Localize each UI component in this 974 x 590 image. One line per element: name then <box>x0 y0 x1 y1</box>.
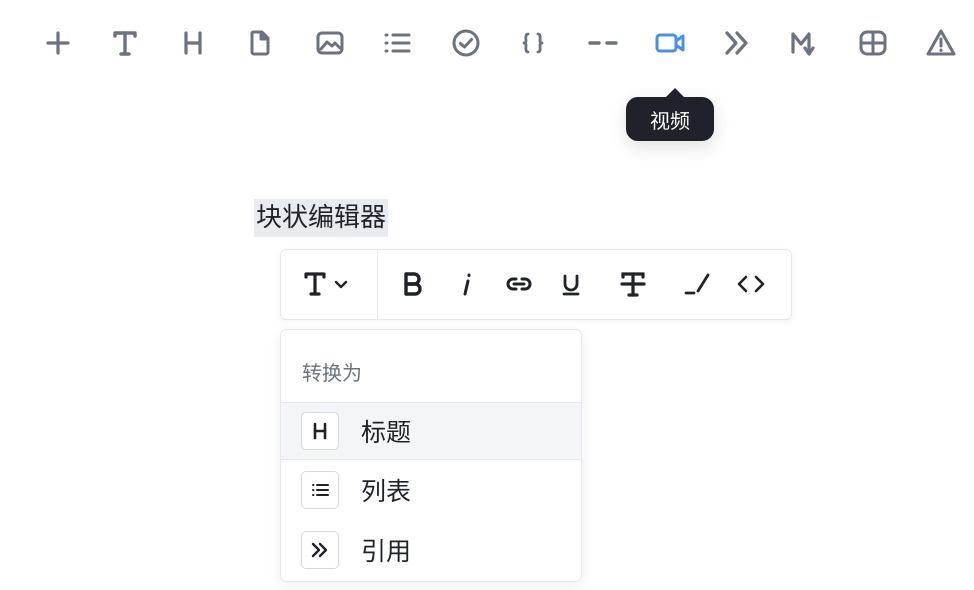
convert-menu-title: 转换为 <box>302 361 362 385</box>
heading-icon <box>301 412 339 450</box>
list-icon <box>301 471 339 509</box>
inline-code-icon[interactable] <box>731 264 771 304</box>
italic-icon[interactable] <box>447 264 487 304</box>
convert-item-label: 列表 <box>361 477 412 506</box>
toolbar-divider <box>377 250 378 319</box>
convert-item-label: 标题 <box>361 418 412 447</box>
convert-item-list[interactable]: 列表 <box>281 461 581 519</box>
underline-icon[interactable] <box>551 264 591 304</box>
selected-text[interactable]: 块状编辑器 <box>254 199 389 237</box>
convert-item-quote[interactable]: 引用 <box>281 521 581 579</box>
quote-icon[interactable] <box>716 22 758 64</box>
quote-icon <box>301 531 339 569</box>
image-icon[interactable] <box>309 22 351 64</box>
text-type-dropdown[interactable] <box>295 264 359 304</box>
markdown-icon[interactable] <box>784 22 826 64</box>
plus-icon[interactable] <box>37 22 79 64</box>
link-icon[interactable] <box>499 264 539 304</box>
bold-icon[interactable] <box>393 264 433 304</box>
table-icon[interactable] <box>852 22 894 64</box>
video-tooltip: 视频 <box>626 88 714 141</box>
inline-toolbar <box>280 249 792 320</box>
code-braces-icon[interactable] <box>512 22 554 64</box>
warning-icon[interactable] <box>920 22 962 64</box>
video-icon[interactable] <box>649 22 691 64</box>
tooltip-label: 视频 <box>650 108 690 133</box>
list-icon[interactable] <box>376 22 418 64</box>
convert-menu: 转换为 标题 列表 引用 <box>280 329 582 582</box>
file-icon[interactable] <box>239 22 281 64</box>
block-toolbar <box>0 0 974 84</box>
divider-icon[interactable] <box>582 22 624 64</box>
convert-item-label: 引用 <box>361 537 412 566</box>
text-icon[interactable] <box>104 22 146 64</box>
convert-item-heading[interactable]: 标题 <box>281 402 581 460</box>
checklist-icon[interactable] <box>445 22 487 64</box>
marker-icon[interactable] <box>677 264 717 304</box>
heading-icon[interactable] <box>172 22 214 64</box>
strikethrough-icon[interactable] <box>613 264 653 304</box>
